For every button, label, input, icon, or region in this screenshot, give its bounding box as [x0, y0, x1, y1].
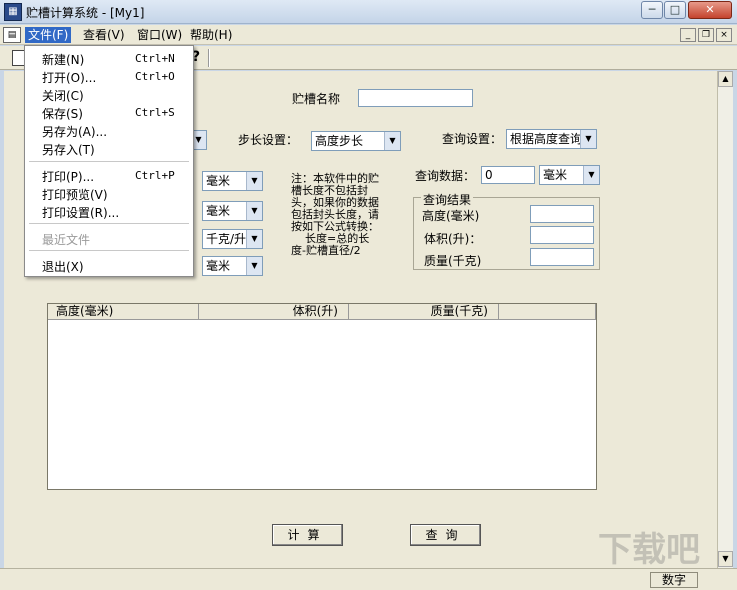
menu-item-print-setup[interactable]: 打印设置(R)... [42, 204, 119, 221]
menu-item-new[interactable]: 新建(N) [42, 51, 84, 68]
scroll-up-icon[interactable]: ▲ [718, 71, 733, 87]
menu-item-save[interactable]: 保存(S) [42, 105, 83, 122]
query-button[interactable]: 查询 [410, 524, 481, 546]
shortcut-save: Ctrl+S [135, 106, 175, 119]
result-height-field [530, 205, 594, 223]
calculate-button[interactable]: 计算 [272, 524, 343, 546]
window-title: 贮槽计算系统 - [My1] [26, 6, 145, 20]
result-height-label: 高度(毫米) [422, 209, 480, 223]
results-table[interactable]: 高度(毫米) 体积(升) 质量(千克) [47, 303, 597, 490]
chevron-down-icon: ▼ [384, 132, 400, 150]
menu-item-print[interactable]: 打印(P)... [42, 168, 94, 185]
chevron-down-icon: ▼ [583, 166, 599, 184]
close-button[interactable]: ✕ [688, 1, 732, 19]
menu-separator [29, 223, 189, 224]
query-setting-combo[interactable]: 根据高度查询 ▼ [506, 129, 597, 149]
shortcut-new: Ctrl+N [135, 52, 175, 65]
query-result-title: 查询结果 [421, 191, 474, 208]
tank-name-label: 贮槽名称 [292, 92, 341, 106]
menu-item-open[interactable]: 打开(O)... [42, 69, 96, 86]
query-data-input[interactable]: 0 [481, 166, 535, 184]
minimize-button[interactable]: ─ [641, 1, 663, 19]
unit-combo-4[interactable]: 毫米 ▼ [202, 256, 263, 276]
chevron-down-icon: ▼ [246, 172, 262, 190]
mdi-restore-button[interactable]: ❐ [698, 28, 714, 42]
mdi-minimize-button[interactable]: _ [680, 28, 696, 42]
column-header-mass[interactable]: 质量(千克) [349, 304, 499, 320]
title-bar: ▦ 贮槽计算系统 - [My1] ─ □ ✕ [0, 0, 737, 24]
menu-item-recent-files: 最近文件 [42, 233, 91, 247]
menu-item-save-as[interactable]: 另存为(A)... [42, 123, 107, 140]
toolbar-separator [208, 49, 210, 67]
tank-name-input[interactable] [358, 89, 473, 107]
unit-combo-3[interactable]: 千克/升 ▼ [202, 229, 263, 249]
maximize-button[interactable]: □ [664, 1, 686, 19]
vertical-scrollbar[interactable]: ▲ ▼ [717, 71, 733, 568]
query-unit-combo[interactable]: 毫米 ▼ [539, 165, 600, 185]
menu-item-close[interactable]: 关闭(C) [42, 87, 84, 104]
column-header-empty [499, 304, 596, 320]
scroll-down-icon[interactable]: ▼ [718, 551, 733, 567]
status-bar: 数字 [0, 568, 737, 590]
chevron-down-icon: ▼ [246, 230, 262, 248]
result-mass-label: 质量(千克) [424, 254, 482, 268]
menu-window[interactable]: 窗口(W) [134, 27, 185, 43]
menu-file[interactable]: 文件(F) [25, 27, 72, 43]
menu-view[interactable]: 查看(V) [80, 27, 128, 43]
chevron-down-icon: ▼ [580, 130, 596, 148]
menu-help[interactable]: 帮助(H) [187, 27, 235, 43]
shortcut-open: Ctrl+O [135, 70, 175, 83]
document-icon[interactable]: ▤ [3, 27, 21, 43]
menu-item-print-preview[interactable]: 打印预览(V) [42, 186, 108, 203]
column-header-volume[interactable]: 体积(升) [199, 304, 349, 320]
conversion-note: 注：本软件中的贮槽长度不包括封头，如果你的数据包括封头长度，请按如下公式转换： … [291, 172, 379, 257]
unit-combo-2[interactable]: 毫米 ▼ [202, 201, 263, 221]
app-icon[interactable]: ▦ [4, 3, 22, 21]
menu-separator [29, 250, 189, 251]
mdi-close-button[interactable]: × [716, 28, 732, 42]
menu-bar: ▤ 文件(F) 查看(V) 窗口(W) 帮助(H) [0, 25, 737, 45]
watermark-logo: 下载吧 [598, 530, 700, 570]
step-setting-combo[interactable]: 高度步长 ▼ [311, 131, 401, 151]
query-setting-label: 查询设置： [442, 132, 503, 146]
result-volume-label: 体积(升)： [424, 232, 482, 246]
result-volume-field [530, 226, 594, 244]
unit-combo-1[interactable]: 毫米 ▼ [202, 171, 263, 191]
file-menu-dropdown: 新建(N) Ctrl+N 打开(O)... Ctrl+O 关闭(C) 保存(S)… [24, 45, 194, 277]
menu-item-exit[interactable]: 退出(X) [42, 258, 84, 275]
menu-item-save-into[interactable]: 另存入(T) [42, 141, 95, 158]
column-header-height[interactable]: 高度(毫米) [48, 304, 199, 320]
shortcut-print: Ctrl+P [135, 169, 175, 182]
chevron-down-icon: ▼ [246, 202, 262, 220]
result-mass-field [530, 248, 594, 266]
chevron-down-icon: ▼ [246, 257, 262, 275]
step-setting-label: 步长设置： [238, 133, 299, 147]
query-data-label: 查询数据： [415, 169, 476, 183]
menu-separator [29, 161, 189, 162]
num-lock-indicator: 数字 [650, 572, 698, 588]
